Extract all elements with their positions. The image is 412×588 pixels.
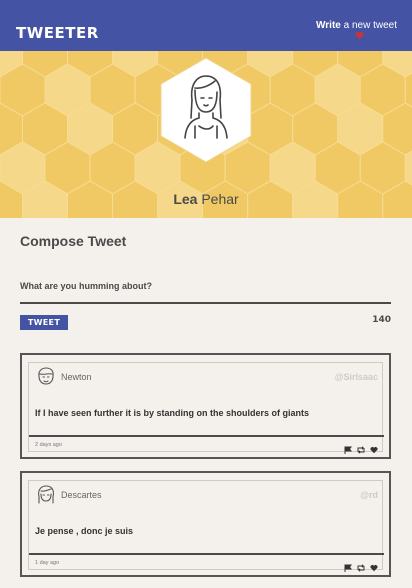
tweet-text: Je pense , donc je suis [35, 526, 134, 536]
tweet-card: Descartes @rd Je pense , donc je suis 1 … [20, 471, 391, 577]
profile-banner: Lea Pehar [0, 51, 412, 218]
compose-title: Compose Tweet [20, 233, 127, 249]
tweet-card: Newton @SirIsaac If I have seen further … [20, 353, 391, 459]
profile-avatar [160, 57, 252, 163]
woman-avatar-icon [38, 485, 54, 504]
write-link-rest: a new tweet [340, 20, 397, 31]
retweet-icon[interactable] [357, 441, 365, 454]
tweet-button[interactable]: TWEET [20, 315, 68, 330]
profile-last-name: Pehar [201, 191, 239, 207]
tweet-text: If I have seen further it is by standing… [35, 408, 310, 418]
write-new-tweet-link[interactable]: Write a new tweet [316, 20, 397, 31]
profile-name: Lea Pehar [0, 191, 412, 207]
tweet-author-name[interactable]: Newton [61, 372, 92, 382]
tweet-divider [29, 553, 384, 555]
flag-icon[interactable] [344, 441, 352, 454]
write-link-bold: Write [316, 20, 341, 31]
tweet-author-handle[interactable]: @rd [360, 490, 378, 500]
heart-icon[interactable] [370, 441, 378, 453]
tweet-author-handle[interactable]: @SirIsaac [335, 372, 378, 382]
flag-icon[interactable] [344, 559, 352, 572]
heart-icon[interactable] [355, 31, 364, 40]
tweet-actions [344, 558, 378, 572]
tweet-author-name[interactable]: Descartes [61, 490, 102, 500]
char-counter: 140 [372, 315, 391, 325]
tweet-timestamp: 2 days ago [35, 442, 62, 448]
tweet-divider [29, 435, 384, 437]
tweet-timestamp: 1 day ago [35, 560, 60, 566]
top-navbar: TWEETER Write a new tweet [0, 0, 412, 51]
man-avatar-icon [38, 367, 54, 385]
retweet-icon[interactable] [357, 559, 365, 572]
tweet-actions [344, 440, 378, 454]
heart-icon[interactable] [370, 559, 378, 571]
profile-first-name: Lea [173, 191, 198, 207]
app-logo[interactable]: TWEETER [16, 24, 99, 42]
compose-tweet-input[interactable] [20, 270, 391, 304]
